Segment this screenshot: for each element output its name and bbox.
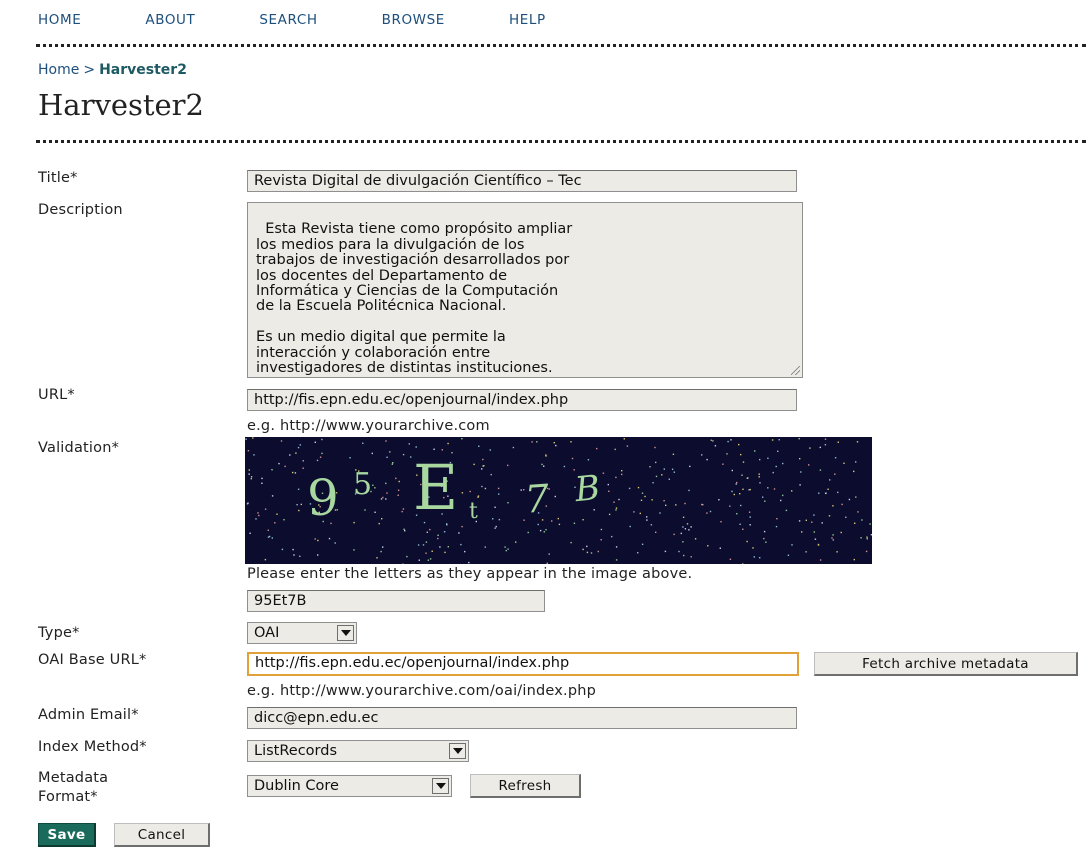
validation-input[interactable]: 95Et7B xyxy=(247,590,545,612)
breadcrumb: Home > Harvester2 xyxy=(38,62,187,78)
oai-base-url-label: OAI Base URL* xyxy=(38,652,147,668)
save-button[interactable]: Save xyxy=(38,823,96,847)
nav-about[interactable]: ABOUT xyxy=(145,12,195,28)
nav-browse[interactable]: BROWSE xyxy=(382,12,445,28)
type-select-value: OAI xyxy=(254,625,280,641)
cancel-button[interactable]: Cancel xyxy=(114,823,210,847)
chevron-down-icon[interactable] xyxy=(449,743,466,759)
captcha-glyph: 5 xyxy=(353,467,373,502)
validation-label: Validation* xyxy=(38,440,120,456)
page-title: Harvester2 xyxy=(38,88,204,122)
type-label: Type* xyxy=(38,625,80,641)
refresh-button[interactable]: Refresh xyxy=(470,774,581,798)
url-input[interactable]: http://fis.epn.edu.ec/openjournal/index.… xyxy=(247,389,797,411)
oai-base-url-input[interactable]: http://fis.epn.edu.ec/openjournal/index.… xyxy=(247,652,799,676)
breadcrumb-home[interactable]: Home xyxy=(38,62,79,78)
title-label: Title* xyxy=(38,170,78,186)
url-label: URL* xyxy=(38,387,75,403)
description-label: Description xyxy=(38,202,123,218)
captcha-glyph: E xyxy=(413,451,459,524)
index-method-select[interactable]: ListRecords xyxy=(247,740,469,762)
nav-search[interactable]: SEARCH xyxy=(259,12,317,28)
admin-email-label: Admin Email* xyxy=(38,707,139,723)
index-method-label: Index Method* xyxy=(38,739,147,755)
description-text: Esta Revista tiene como propósito amplia… xyxy=(256,221,573,377)
type-select[interactable]: OAI xyxy=(247,622,357,644)
captcha-image: 95 Et 7B xyxy=(245,437,872,564)
metadata-format-label-line2: Format* xyxy=(38,789,98,805)
nav-divider xyxy=(36,44,1086,47)
breadcrumb-current[interactable]: Harvester2 xyxy=(99,62,187,78)
nav-help[interactable]: HELP xyxy=(509,12,546,28)
chevron-down-icon[interactable] xyxy=(337,625,354,641)
validation-hint: Please enter the letters as they appear … xyxy=(247,566,693,582)
top-nav: HOME ABOUT SEARCH BROWSE HELP xyxy=(38,12,610,28)
fetch-archive-metadata-button[interactable]: Fetch archive metadata xyxy=(814,652,1078,676)
oai-base-url-hint: e.g. http://www.yourarchive.com/oai/inde… xyxy=(247,683,597,699)
metadata-format-select[interactable]: Dublin Core xyxy=(247,775,452,797)
url-hint: e.g. http://www.yourarchive.com xyxy=(247,418,490,434)
metadata-format-select-value: Dublin Core xyxy=(254,778,339,794)
metadata-format-label: Metadata Format* xyxy=(38,769,108,807)
description-textarea[interactable]: Esta Revista tiene como propósito amplia… xyxy=(247,202,803,378)
nav-home[interactable]: HOME xyxy=(38,12,81,28)
captcha-glyph: 7 xyxy=(523,476,551,522)
chevron-down-icon[interactable] xyxy=(432,778,449,794)
resize-grip-icon[interactable] xyxy=(791,366,800,375)
captcha-glyph: t xyxy=(469,499,478,524)
captcha-glyphs: 95 Et 7B xyxy=(245,437,872,564)
captcha-glyph: 9 xyxy=(307,469,339,527)
metadata-format-label-line1: Metadata xyxy=(38,770,109,786)
index-method-select-value: ListRecords xyxy=(254,743,337,759)
admin-email-input[interactable]: dicc@epn.edu.ec xyxy=(247,707,797,729)
breadcrumb-separator: > xyxy=(83,62,96,78)
title-input[interactable]: Revista Digital de divulgación Científic… xyxy=(247,170,797,192)
captcha-glyph: B xyxy=(572,467,603,511)
title-divider xyxy=(36,140,1086,143)
